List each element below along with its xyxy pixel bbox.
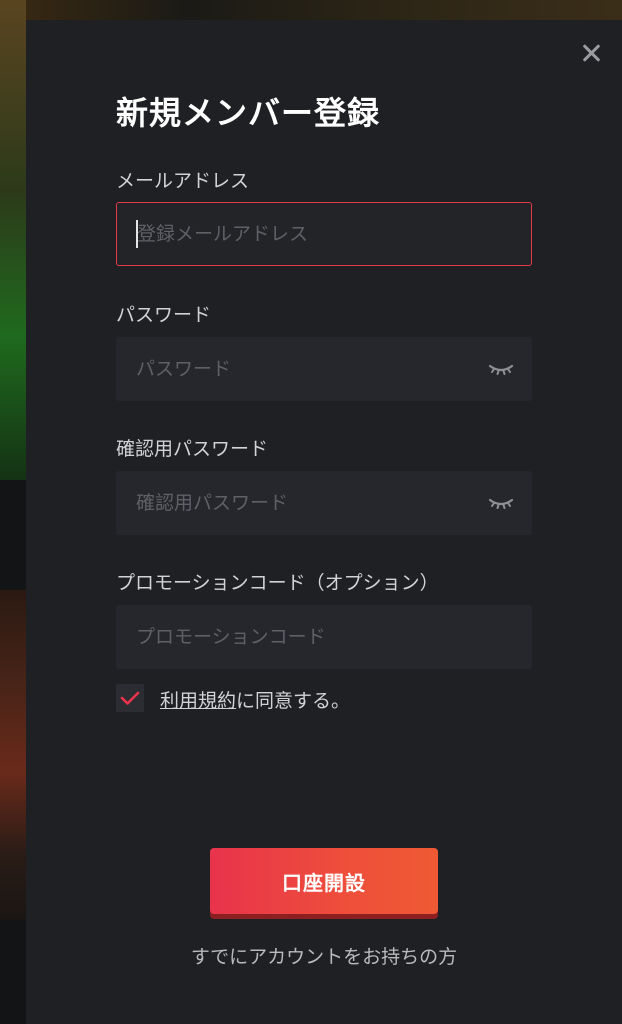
confirm-password-field-container [116,471,532,535]
background-gap [0,480,26,590]
terms-checkbox[interactable] [116,684,144,712]
close-icon[interactable] [578,40,604,66]
email-label: メールアドレス [116,170,250,192]
promo-code-input[interactable] [116,605,532,669]
eye-closed-icon[interactable] [488,493,514,513]
email-input[interactable] [117,203,531,265]
password-field-container [116,337,532,401]
terms-suffix: に同意する。 [236,690,351,712]
password-label: パスワード [116,304,212,326]
text-caret [136,220,138,248]
open-account-button[interactable]: 口座開設 [210,848,438,914]
confirm-password-label: 確認用パスワード [116,438,269,460]
background-image-top [0,0,622,20]
background-gap-bottom [0,920,26,1024]
signup-modal: 新規メンバー登録 メールアドレス パスワード 確認用パスワード プロモーションコ… [26,20,622,1024]
eye-closed-icon[interactable] [488,359,514,379]
promo-code-label: プロモーションコード（オプション） [116,572,439,594]
background-image-left-top [0,0,26,480]
dialog-title: 新規メンバー登録 [116,94,381,132]
password-input[interactable] [116,337,532,401]
terms-link[interactable]: 利用規約 [160,690,236,712]
terms-text: 利用規約に同意する。 [160,686,350,713]
checkmark-icon [120,691,140,705]
background-image-left-bottom [0,590,26,920]
email-field-container [116,202,532,266]
existing-account-link[interactable]: すでにアカウントをお持ちの方 [26,942,622,969]
confirm-password-input[interactable] [116,471,532,535]
terms-agreement-row: 利用規約に同意する。 [116,684,536,716]
promo-code-field-container [116,605,532,669]
